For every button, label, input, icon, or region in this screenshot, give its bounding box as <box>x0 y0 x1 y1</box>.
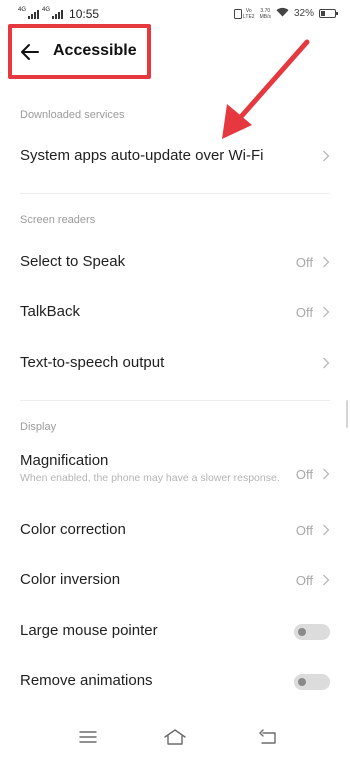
sim1-label: 4G <box>18 7 27 13</box>
row-label: TalkBack <box>20 303 81 320</box>
back-arrow-icon[interactable] <box>18 40 42 64</box>
signal-icon <box>52 9 64 19</box>
row-value: Off <box>295 305 313 320</box>
section-header-display: Display <box>20 421 57 433</box>
status-bar: 4G 4G 10:55 Vo LTE2 3.70 MB/s 32% <box>0 0 350 28</box>
row-color-correction[interactable]: Color correction Off <box>0 505 350 555</box>
status-right: Vo LTE2 3.70 MB/s 32% <box>234 7 338 20</box>
chevron-right-icon <box>323 150 330 162</box>
signal-icon <box>28 9 40 19</box>
row-value: Off <box>295 255 313 270</box>
row-label: Large mouse pointer <box>20 622 158 639</box>
section-header-screen-readers: Screen readers <box>20 214 96 226</box>
row-remove-animations[interactable]: Remove animations <box>0 656 350 706</box>
wifi-icon <box>276 7 289 20</box>
row-description: When enabled, the phone may have a slowe… <box>20 472 280 484</box>
lte2-label: LTE2 <box>243 13 255 20</box>
section-header-downloaded-services: Downloaded services <box>20 109 125 121</box>
chevron-right-icon <box>323 574 330 586</box>
chevron-right-icon <box>323 306 330 318</box>
page-title: Accessible <box>53 42 137 59</box>
clock: 10:55 <box>69 7 100 21</box>
network-speed: 3.70 MB/s <box>260 8 271 20</box>
row-label: Select to Speak <box>20 253 126 270</box>
volte-icon: Vo LTE2 <box>234 8 255 20</box>
scroll-indicator <box>346 400 348 428</box>
row-label: Color correction <box>20 521 126 538</box>
chevron-right-icon <box>323 524 330 536</box>
row-label: Color inversion <box>20 571 121 588</box>
row-system-apps-auto-update[interactable]: System apps auto-update over Wi-Fi <box>0 131 350 181</box>
chevron-right-icon <box>323 256 330 268</box>
sim2-label: 4G <box>42 7 51 13</box>
divider <box>20 193 330 194</box>
row-label: Text-to-speech output <box>20 354 165 371</box>
row-value: Off <box>295 573 313 588</box>
toggle-knob <box>298 628 306 636</box>
menu-icon[interactable] <box>74 724 102 750</box>
navigation-bar <box>0 716 350 758</box>
battery-percent: 32% <box>293 8 314 19</box>
toggle-knob <box>298 678 306 686</box>
app-header: Accessible <box>0 26 350 78</box>
row-label: Magnification <box>20 452 109 469</box>
battery-icon <box>319 9 338 18</box>
chevron-right-icon <box>323 357 330 369</box>
home-icon[interactable] <box>161 724 189 750</box>
row-value: Off <box>295 523 313 538</box>
remove-animations-toggle[interactable] <box>294 674 330 690</box>
row-label: Remove animations <box>20 672 153 689</box>
large-mouse-pointer-toggle[interactable] <box>294 624 330 640</box>
row-label: System apps auto-update over Wi-Fi <box>20 147 264 164</box>
back-icon[interactable] <box>253 724 281 750</box>
divider <box>20 400 330 401</box>
row-magnification[interactable]: Magnification When enabled, the phone ma… <box>0 444 350 500</box>
speed-unit: MB/s <box>259 13 271 20</box>
row-text-to-speech-output[interactable]: Text-to-speech output <box>0 338 350 388</box>
status-left: 4G 4G 10:55 <box>18 7 99 21</box>
row-color-inversion[interactable]: Color inversion Off <box>0 555 350 605</box>
chevron-right-icon <box>323 468 330 480</box>
row-talkback[interactable]: TalkBack Off <box>0 287 350 337</box>
row-large-mouse-pointer[interactable]: Large mouse pointer <box>0 606 350 656</box>
row-select-to-speak[interactable]: Select to Speak Off <box>0 237 350 287</box>
row-value: Off <box>295 467 313 482</box>
